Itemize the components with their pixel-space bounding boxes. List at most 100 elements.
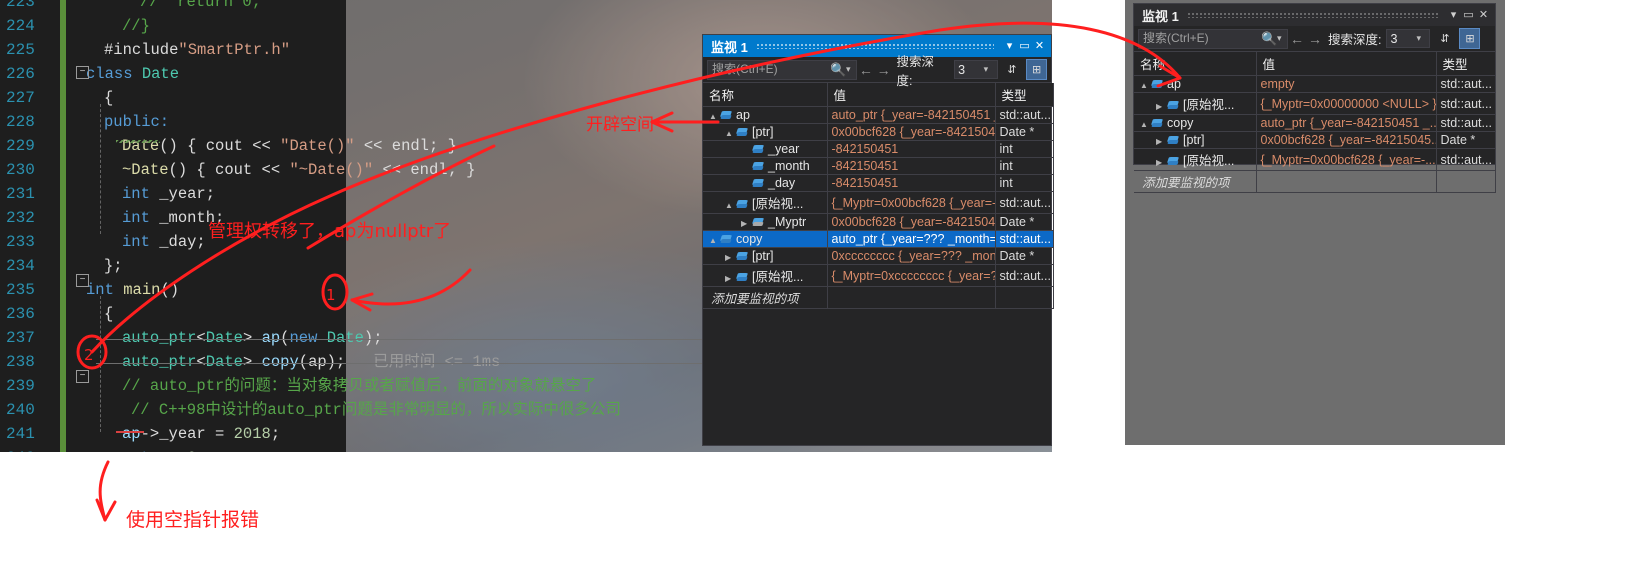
search-icon[interactable]: 🔍 [1261, 29, 1277, 48]
watch-window-1[interactable]: 监视 1 ▾ ▭ ✕ 搜索(Ctrl+E) 🔍 ▾ ← → 搜索深度: 3 ▾ … [702, 34, 1054, 446]
watch-row-value[interactable]: {_Myptr=0xcccccccc {_year=?... [827, 264, 996, 287]
watch-row-value[interactable]: auto_ptr {_year=-842150451 _... [827, 106, 996, 124]
watch2-filter-icon[interactable]: ⇵ [1434, 28, 1455, 49]
watch1-pin-icon[interactable]: ▭ [1017, 38, 1032, 54]
watch-row-name[interactable]: ▲ copy [1134, 114, 1257, 132]
watch1-search-input[interactable]: 搜索(Ctrl+E) 🔍 ▾ [707, 59, 857, 80]
watch1-dropdown-icon[interactable]: ▾ [1002, 38, 1017, 54]
watch2-pin-icon[interactable]: ▭ [1461, 7, 1476, 23]
watch-row[interactable]: ▲ ap empty std::aut... [1134, 75, 1496, 93]
watch-row-name[interactable]: ▶ [原始视... [1134, 148, 1257, 171]
watch-row-name[interactable]: _day [703, 174, 828, 192]
watch-row[interactable]: ▶ _Myptr 0x00bcf628 {_year=-84215045... Dat… [703, 213, 1054, 231]
expander-closed-icon[interactable]: ▶ [741, 219, 752, 228]
watch-add-row[interactable]: 添加要监视的项 [1134, 170, 1496, 193]
watch-row[interactable]: ▲ [ptr] 0x00bcf628 {_year=-84215045... Date… [703, 123, 1054, 141]
watch-row-name[interactable]: ▲ ap [703, 106, 828, 124]
watch1-hex-icon[interactable]: ⊞ [1026, 59, 1047, 80]
watch-row-name[interactable]: ▲ [原始视... [703, 191, 828, 214]
expander-open-icon[interactable]: ▲ [1140, 120, 1151, 129]
watch-row-value[interactable]: 0x00bcf628 {_year=-84215045... [827, 213, 996, 231]
watch1-titlebar[interactable]: 监视 1 ▾ ▭ ✕ [703, 35, 1051, 57]
expander-open-icon[interactable]: ▲ [709, 112, 720, 121]
watch2-nav-forward-icon[interactable]: → [1306, 31, 1324, 47]
watch-row-name[interactable]: ▶ [原始视... [1134, 92, 1257, 115]
fold-toggle-class[interactable]: − [76, 66, 89, 79]
watch-row-name[interactable]: _month [703, 157, 828, 175]
watch-row-value[interactable]: auto_ptr {_year=??? _month=?... [827, 230, 996, 248]
chevron-down-icon[interactable]: ▾ [1416, 33, 1426, 44]
watch2-hex-icon[interactable]: ⊞ [1459, 28, 1481, 49]
add-watch-value-cell[interactable] [827, 286, 996, 309]
add-watch-item-cell[interactable]: 添加要监视的项 [1134, 170, 1257, 193]
watch-row-name[interactable]: ▶ [ptr] [703, 247, 828, 265]
watch-row[interactable]: _year -842150451 int [703, 140, 1054, 158]
watch-row[interactable]: _month -842150451 int [703, 157, 1054, 175]
watch-row-name[interactable]: ▲ ap [1134, 75, 1257, 93]
watch-row-name[interactable]: ▲ copy [703, 230, 828, 248]
watch1-drag-dots[interactable] [755, 43, 994, 49]
add-watch-item-cell[interactable]: 添加要监视的项 [703, 286, 828, 309]
watch1-toolbar[interactable]: 搜索(Ctrl+E) 🔍 ▾ ← → 搜索深度: 3 ▾ ⇵ ⊞ [703, 55, 1051, 88]
expander-open-icon[interactable]: ▲ [725, 201, 736, 210]
chevron-down-icon[interactable]: ▾ [846, 60, 856, 79]
expander-open-icon[interactable]: ▲ [709, 236, 720, 245]
watch-row-value[interactable]: 0x00bcf628 {_year=-84215045... [827, 123, 996, 141]
watch2-col-name[interactable]: 名称 [1134, 52, 1257, 76]
watch2-nav-back-icon[interactable]: ← [1288, 31, 1306, 47]
watch2-toolbar[interactable]: 搜索(Ctrl+E) 🔍 ▾ ← → 搜索深度: 3 ▾ ⇵ ⊞ [1134, 26, 1495, 52]
watch-row[interactable]: ▲ copy auto_ptr {_year=??? _month=?...std:… [703, 230, 1054, 248]
watch1-filter-icon[interactable]: ⇵ [1002, 59, 1023, 80]
chevron-down-icon[interactable]: ▾ [1277, 29, 1287, 48]
watch-row[interactable]: ▶ [ptr] 0x00bcf628 {_year=-84215045... Date… [1134, 131, 1496, 149]
watch-row[interactable]: ▶ [ptr] 0xcccccccc {_year=??? _mont... Date… [703, 247, 1054, 265]
watch1-depth-select[interactable]: 3 ▾ [954, 60, 998, 79]
search-icon[interactable]: 🔍 [830, 60, 846, 79]
watch-row-value[interactable]: -842150451 [827, 140, 996, 158]
watch2-drag-dots[interactable] [1186, 12, 1438, 18]
watch-row-value[interactable]: {_Myptr=0x00bcf628 {_year=-... [827, 191, 996, 214]
watch-row-value[interactable]: 0xcccccccc {_year=??? _mont... [827, 247, 996, 265]
watch1-col-name[interactable]: 名称 [703, 83, 828, 107]
watch2-dropdown-icon[interactable]: ▾ [1446, 7, 1461, 23]
watch-row-value[interactable]: empty [1256, 75, 1437, 93]
watch-row[interactable]: _day -842150451 int [703, 174, 1054, 192]
watch2-titlebar[interactable]: 监视 1 ▾ ▭ ✕ [1134, 4, 1495, 26]
watch-row[interactable]: ▶ [原始视... {_Myptr=0x00bcf628 {_year=-... st… [1134, 148, 1496, 171]
watch1-close-icon[interactable]: ✕ [1032, 38, 1047, 54]
expander-closed-icon[interactable]: ▶ [725, 253, 736, 262]
expander-open-icon[interactable]: ▲ [1140, 81, 1151, 90]
watch1-col-type[interactable]: 类型 [995, 83, 1054, 107]
watch-row[interactable]: ▶ [原始视... {_Myptr=0xcccccccc {_year=?... st… [703, 264, 1054, 287]
watch-row[interactable]: ▶ [原始视... {_Myptr=0x00000000 <NULL> } std::… [1134, 92, 1496, 115]
watch2-close-icon[interactable]: ✕ [1476, 7, 1491, 23]
watch1-rows[interactable]: ▲ ap auto_ptr {_year=-842150451 _... std::a… [703, 106, 1054, 309]
watch-add-row[interactable]: 添加要监视的项 [703, 286, 1054, 309]
watch-row[interactable]: ▲ ap auto_ptr {_year=-842150451 _... std::a… [703, 106, 1054, 124]
expander-closed-icon[interactable]: ▶ [1156, 102, 1167, 111]
watch-row-name[interactable]: _year [703, 140, 828, 158]
watch2-rows[interactable]: ▲ ap empty std::aut... ▶ [原始视... {_Myptr=0x000… [1134, 75, 1496, 193]
watch1-nav-back-icon[interactable]: ← [857, 62, 875, 78]
watch-row-name[interactable]: ▶ _Myptr [703, 213, 828, 231]
watch-row-value[interactable]: {_Myptr=0x00000000 <NULL> } [1256, 92, 1437, 115]
watch-row[interactable]: ▲ copy auto_ptr {_year=-842150451 _... std:… [1134, 114, 1496, 132]
expander-closed-icon[interactable]: ▶ [1156, 158, 1167, 167]
watch-row-name[interactable]: ▶ [原始视... [703, 264, 828, 287]
watch2-depth-select[interactable]: 3 ▾ [1386, 29, 1431, 48]
expander-open-icon[interactable]: ▲ [725, 129, 736, 138]
add-watch-value-cell[interactable] [1256, 170, 1437, 193]
watch-row[interactable]: ▲ [原始视... {_Myptr=0x00bcf628 {_year=-... st… [703, 191, 1054, 214]
expander-closed-icon[interactable]: ▶ [1156, 137, 1167, 146]
fold-toggle-main[interactable]: − [76, 274, 89, 287]
watch-window-2[interactable]: 监视 1 ▾ ▭ ✕ 搜索(Ctrl+E) 🔍 ▾ ← → 搜索深度: 3 ▾ … [1133, 3, 1496, 193]
watch2-col-value[interactable]: 值 [1256, 52, 1437, 76]
chevron-down-icon[interactable]: ▾ [984, 64, 994, 75]
expander-closed-icon[interactable]: ▶ [725, 274, 736, 283]
watch-row-value[interactable]: auto_ptr {_year=-842150451 _... [1256, 114, 1437, 132]
watch-row-value[interactable]: -842150451 [827, 157, 996, 175]
watch2-search-input[interactable]: 搜索(Ctrl+E) 🔍 ▾ [1138, 28, 1288, 49]
watch1-grid[interactable]: 名称 值 类型 ▲ ap auto_ptr {_year=-842150451 _.… [703, 83, 1054, 309]
watch2-grid[interactable]: 名称 值 类型 ▲ ap empty std::aut... ▶ [原始视... {_Myp… [1134, 52, 1496, 193]
watch2-col-type[interactable]: 类型 [1436, 52, 1496, 76]
